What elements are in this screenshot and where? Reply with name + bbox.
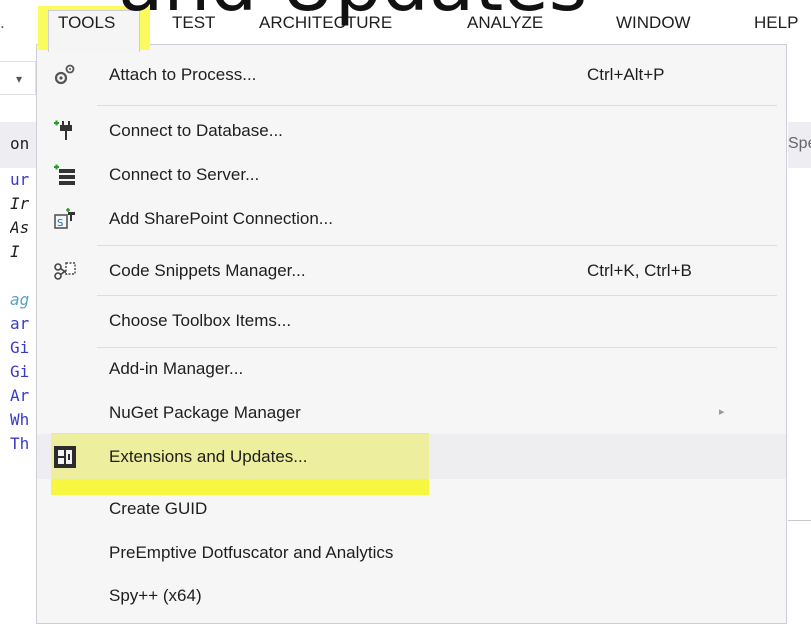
menu-item-label: Attach to Process...	[109, 65, 257, 84]
menu-item-add-sharepoint-connection[interactable]: S Add SharePoint Connection...	[37, 196, 786, 241]
attach-process-icon	[53, 63, 77, 87]
menu-item-connect-to-database[interactable]: Connect to Database...	[37, 108, 786, 153]
tools-dropdown-menu: Attach to Process... Ctrl+Alt+P Connect …	[36, 44, 787, 624]
menu-item-extensions-and-updates[interactable]: Extensions and Updates...	[37, 434, 786, 479]
menu-item-label: PreEmptive Dotfuscator and Analytics	[109, 543, 394, 562]
overlay-caption: and Updates	[118, 0, 587, 22]
code-snippets-icon	[53, 259, 77, 283]
menu-item-choose-toolbox-items[interactable]: Choose Toolbox Items...	[37, 298, 786, 343]
menu-item-label: Create GUID	[109, 499, 208, 518]
menu-item-add-in-manager[interactable]: Add-in Manager...	[37, 346, 786, 391]
menu-item-spy-plus-plus[interactable]: Spy++ (x64)	[37, 573, 786, 618]
extensions-icon	[53, 445, 77, 469]
menu-item-label: Spy++ (x64)	[109, 586, 202, 605]
menu-separator	[97, 105, 777, 106]
menu-item-shortcut: Ctrl+K, Ctrl+B	[587, 261, 692, 280]
menu-separator	[97, 295, 777, 296]
menu-item-label: Extensions and Updates...	[109, 447, 308, 466]
editor-header-strip-right: Spe	[788, 122, 811, 168]
svg-text:S: S	[57, 218, 63, 229]
tab-fragment: Spe	[788, 135, 811, 152]
menu-item-nuget-package-manager[interactable]: NuGet Package Manager ▸	[37, 390, 786, 435]
menu-item-code-snippets-manager[interactable]: Code Snippets Manager... Ctrl+K, Ctrl+B	[37, 248, 786, 293]
menu-item-label: Connect to Server...	[109, 165, 260, 184]
menubar-fragment: .	[0, 13, 5, 32]
menu-item-label: Code Snippets Manager...	[109, 261, 306, 280]
menu-help[interactable]: HELP	[754, 0, 798, 44]
member-combo[interactable]: ▾	[0, 61, 36, 95]
code-editor-background: ▾ on ur Ir As I ag ar Gi Gi Ar Wh Th	[0, 44, 40, 608]
connect-server-icon	[53, 163, 77, 187]
submenu-arrow-icon: ▸	[719, 406, 725, 418]
menu-item-preemptive-dotfuscator[interactable]: PreEmptive Dotfuscator and Analytics	[37, 530, 786, 575]
menu-item-label: NuGet Package Manager	[109, 403, 301, 422]
menu-item-label: Add-in Manager...	[109, 359, 244, 378]
sharepoint-icon: S	[53, 207, 77, 231]
menu-window[interactable]: WINDOW	[616, 0, 691, 44]
menu-item-attach-to-process[interactable]: Attach to Process... Ctrl+Alt+P	[37, 52, 786, 97]
connect-database-icon	[53, 119, 77, 143]
chevron-down-icon: ▾	[16, 72, 23, 86]
menu-tools[interactable]: TOOLS	[58, 0, 115, 44]
menu-item-label: Add SharePoint Connection...	[109, 209, 333, 228]
editor-right-background: Spe	[788, 44, 811, 608]
menu-item-connect-to-server[interactable]: Connect to Server...	[37, 152, 786, 197]
menu-item-shortcut: Ctrl+Alt+P	[587, 65, 665, 84]
menu-separator	[97, 245, 777, 246]
menu-item-label: Choose Toolbox Items...	[109, 311, 292, 330]
divider	[788, 520, 811, 521]
menu-item-create-guid[interactable]: Create GUID	[37, 486, 786, 531]
menu-item-label: Connect to Database...	[109, 121, 283, 140]
